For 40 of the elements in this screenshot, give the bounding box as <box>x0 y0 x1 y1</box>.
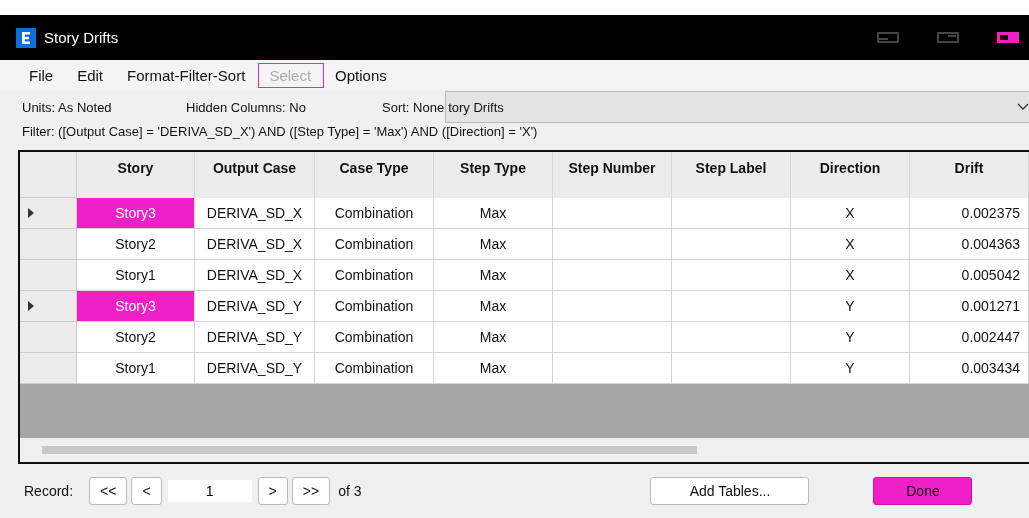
table-cell: Story3 <box>77 291 195 322</box>
row-header[interactable] <box>20 229 77 260</box>
row-header[interactable] <box>20 260 77 291</box>
table-cell: DERIVA_SD_Y <box>195 353 315 384</box>
record-count: of 3 <box>338 483 362 499</box>
table-cell: Y <box>791 353 910 384</box>
sort-label: Sort: None <box>382 99 445 115</box>
table-cell: Story1 <box>77 353 195 384</box>
menu-item[interactable]: Options <box>324 62 400 88</box>
units-label: Units: As Noted <box>22 99 113 115</box>
row-header[interactable] <box>20 291 77 322</box>
last-record-button[interactable]: >> <box>291 477 331 505</box>
table-cell: Combination <box>315 353 434 384</box>
previous-record-button[interactable]: < <box>131 477 162 505</box>
row-header[interactable] <box>20 198 77 229</box>
menu-item[interactable]: File <box>18 62 67 88</box>
done-button[interactable]: Done <box>873 477 973 505</box>
first-record-button[interactable]: << <box>89 477 128 505</box>
minimize-icon[interactable] <box>877 32 899 43</box>
filter-label: Filter: ([Output Case] = 'DERIVA_SD_X') AND ([Step Type] = 'Max') AND ([Direction] = 'X') <box>22 124 539 139</box>
table-cell: Story3 <box>77 198 195 229</box>
hidden-columns-label: Hidden Columns: No <box>186 99 307 115</box>
row-header[interactable] <box>20 353 77 384</box>
add-tables-button[interactable]: Add Tables... <box>650 477 810 505</box>
table-dropdown[interactable]: tory Drifts <box>445 91 1029 123</box>
chevron-down-icon <box>1017 103 1029 111</box>
app-logo-icon <box>16 27 36 48</box>
maximize-icon[interactable] <box>937 32 959 43</box>
select-all-header[interactable] <box>20 152 77 198</box>
menu-item[interactable]: Format-Filter-Sort <box>116 62 259 88</box>
table-cell: Max <box>434 353 553 384</box>
window-title: Story Drifts <box>44 29 119 46</box>
scrollbar-thumb[interactable] <box>42 446 697 454</box>
table-cell: 0.003434 <box>910 353 1029 384</box>
record-field[interactable]: 1 <box>167 480 252 502</box>
menu-item[interactable]: Edit <box>66 62 117 88</box>
record-label: Record: <box>24 483 74 499</box>
next-record-button[interactable]: > <box>257 477 288 505</box>
row-header[interactable] <box>20 322 77 353</box>
close-icon[interactable] <box>997 32 1019 43</box>
